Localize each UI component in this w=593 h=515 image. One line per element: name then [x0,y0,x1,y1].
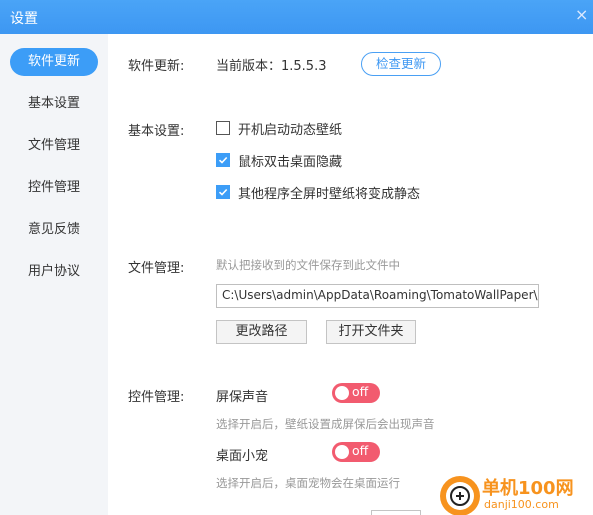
screensaver-sound-hint: 选择开启后，壁纸设置成屏保后会出现声音 [216,417,435,431]
files-hint: 默认把接收到的文件保存到此文件中 [216,258,400,272]
sidebar-item-user-agreement[interactable]: 用户协议 [10,258,98,286]
doubleclick-hide-label: 鼠标双击桌面隐藏 [238,154,343,170]
desktop-pet-hint: 选择开启后，桌面宠物会在桌面运行 [216,476,400,490]
desktop-pet-toggle[interactable]: off [332,442,380,462]
settings-panel: 软件更新: 当前版本：1.5.5.3 检查更新 基本设置: 开机启动动态壁纸 鼠… [108,34,593,515]
check-icon [218,156,228,164]
check-update-button[interactable]: 检查更新 [361,52,441,76]
sidebar-item-feedback[interactable]: 意见反馈 [10,216,98,244]
watermark-site: danji100.com [484,498,559,511]
toggle-state: off [352,443,369,458]
window-title: 设置 [10,11,38,27]
sidebar-item-software-update[interactable]: 软件更新 [10,48,98,76]
update-section-label: 软件更新: [128,59,185,74]
sidebar-item-basic-settings[interactable]: 基本设置 [10,90,98,118]
toggle-knob [335,445,349,459]
toggle-knob [335,386,349,400]
option-autostart[interactable]: 开机启动动态壁纸 [216,119,343,138]
fullscreen-static-checkbox[interactable] [216,185,230,199]
partial-button[interactable] [371,510,421,515]
save-path-field[interactable]: C:\Users\admin\AppData\Roaming\TomatoWal… [216,284,539,308]
toggle-state: off [352,384,369,399]
fullscreen-static-label: 其他程序全屏时壁纸将变成静态 [238,186,421,202]
option-doubleclick-hide[interactable]: 鼠标双击桌面隐藏 [216,151,343,170]
site-watermark: 单机100网 danji100.com [440,474,593,515]
basic-section-label: 基本设置: [128,124,185,139]
sidebar-item-file-management[interactable]: 文件管理 [10,132,98,160]
screensaver-sound-label: 屏保声音 [216,390,269,405]
desktop-pet-label: 桌面小宠 [216,449,269,464]
screensaver-sound-toggle[interactable]: off [332,383,380,403]
sidebar-item-control-management[interactable]: 控件管理 [10,174,98,202]
autostart-label: 开机启动动态壁纸 [238,122,343,138]
files-section-label: 文件管理: [128,261,185,276]
watermark-logo-icon [440,476,480,515]
title-bar: 设置 × [0,0,593,34]
doubleclick-hide-checkbox[interactable] [216,153,230,167]
change-path-button[interactable]: 更改路径 [216,320,307,344]
close-icon[interactable]: × [575,7,589,23]
watermark-brand: 单机100网 [482,478,574,499]
option-fullscreen-static[interactable]: 其他程序全屏时壁纸将变成静态 [216,183,421,202]
sidebar: 软件更新 基本设置 文件管理 控件管理 意见反馈 用户协议 [0,34,108,515]
current-version: 当前版本：1.5.5.3 [216,59,327,74]
controls-section-label: 控件管理: [128,390,185,405]
autostart-checkbox[interactable] [216,121,230,135]
open-folder-button[interactable]: 打开文件夹 [326,320,416,344]
check-icon [218,188,228,196]
